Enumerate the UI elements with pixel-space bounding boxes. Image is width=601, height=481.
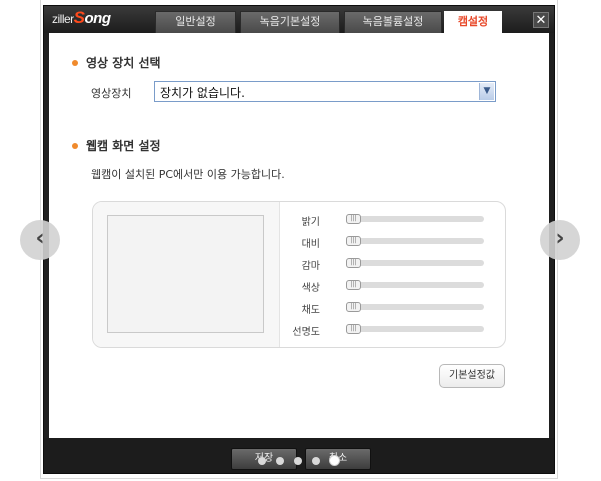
tab-general[interactable]: 일반설정 xyxy=(155,11,236,33)
brightness-slider[interactable]: ||| xyxy=(346,214,484,224)
page: zillerSong 일반설정 녹음기본설정 녹음볼륨설정 캠설정 ✕ 영상 장… xyxy=(0,0,601,481)
slider-handle[interactable]: ||| xyxy=(346,258,361,268)
tab-cam-settings[interactable]: 캠설정 xyxy=(444,11,502,33)
webcam-preview xyxy=(107,215,264,333)
carousel-dot[interactable] xyxy=(312,457,320,465)
saturation-label: 채도 xyxy=(301,305,320,316)
gamma-slider[interactable]: ||| xyxy=(346,258,484,268)
slider-handle[interactable]: ||| xyxy=(346,236,361,246)
gamma-label: 감마 xyxy=(301,261,320,272)
reset-defaults-button[interactable]: 기본설정값 xyxy=(439,364,505,388)
slider-handle[interactable]: ||| xyxy=(346,302,361,312)
contrast-label: 대비 xyxy=(301,239,320,250)
video-device-title: 영상 장치 선택 xyxy=(86,56,161,70)
video-device-value: 장치가 없습니다. xyxy=(160,86,245,100)
bullet-icon xyxy=(72,143,78,149)
saturation-slider[interactable]: ||| xyxy=(346,302,484,312)
contrast-slider[interactable]: ||| xyxy=(346,236,484,246)
carousel-dot-active[interactable] xyxy=(329,455,340,466)
chevron-left-icon[interactable]: ‹ xyxy=(20,220,60,260)
tab-recording-basic[interactable]: 녹음기본설정 xyxy=(240,11,340,33)
carousel-dot[interactable] xyxy=(294,457,302,465)
video-device-label: 영상장치 xyxy=(91,87,132,100)
webcam-settings-title: 웹캠 화면 설정 xyxy=(86,139,161,153)
carousel-dot[interactable] xyxy=(258,457,266,465)
slider-handle[interactable]: ||| xyxy=(346,324,361,334)
settings-window: zillerSong 일반설정 녹음기본설정 녹음볼륨설정 캠설정 ✕ 영상 장… xyxy=(43,5,555,474)
chevron-right-icon[interactable]: › xyxy=(540,220,580,260)
hue-slider[interactable]: ||| xyxy=(346,280,484,290)
slider-handle[interactable]: ||| xyxy=(346,280,361,290)
app-logo: zillerSong xyxy=(52,8,111,27)
chevron-down-icon[interactable]: ▼ xyxy=(479,83,494,100)
webcam-note: 웹캠이 설치된 PC에서만 이용 가능합니다. xyxy=(91,168,285,181)
brightness-label: 밝기 xyxy=(301,217,320,228)
title-bar: zillerSong 일반설정 녹음기본설정 녹음볼륨설정 캠설정 ✕ xyxy=(44,6,554,33)
slider-handle[interactable]: ||| xyxy=(346,214,361,224)
sharpness-label: 선명도 xyxy=(292,327,320,338)
carousel-dot[interactable] xyxy=(276,457,284,465)
bullet-icon xyxy=(72,60,78,66)
cam-settings-panel: 영상 장치 선택 영상장치 장치가 없습니다. ▼ 웹캠 화면 설정 웹캠이 설… xyxy=(49,33,549,438)
hue-label: 색상 xyxy=(301,283,320,294)
close-icon[interactable]: ✕ xyxy=(533,12,549,28)
preview-area xyxy=(93,202,280,347)
tab-recording-volume[interactable]: 녹음볼륨설정 xyxy=(344,11,442,33)
carousel-dots xyxy=(258,454,348,468)
video-device-select[interactable]: 장치가 없습니다. ▼ xyxy=(154,81,496,102)
sharpness-slider[interactable]: ||| xyxy=(346,324,484,334)
